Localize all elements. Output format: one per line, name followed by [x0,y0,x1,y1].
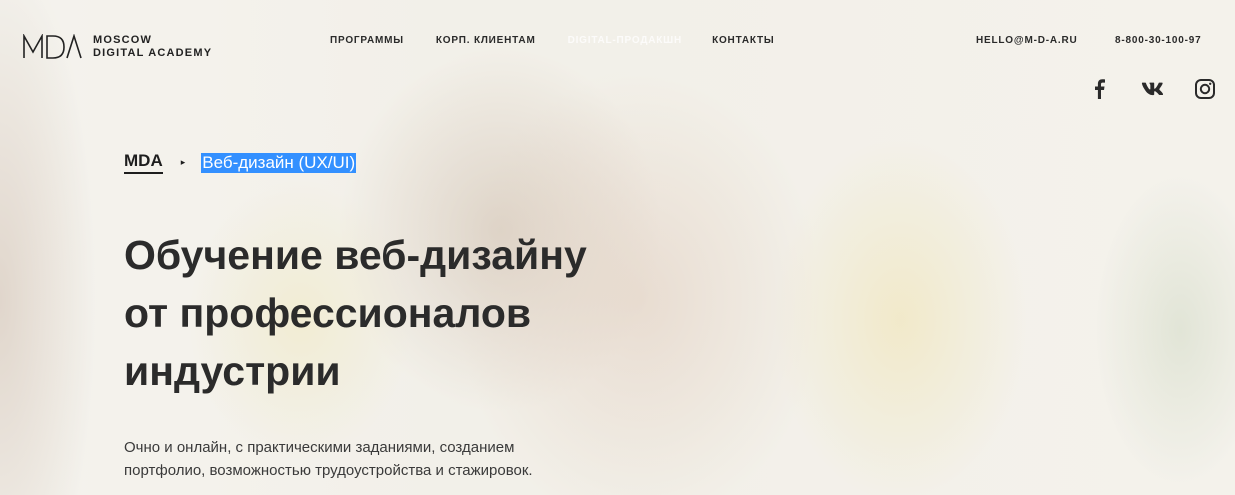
breadcrumb-separator-icon: ▸ [180,157,186,167]
hero-section: MOSCOW DIGITAL ACADEMY ПРОГРАММЫ КОРП. К… [0,0,1235,495]
instagram-icon[interactable] [1194,78,1216,100]
logo[interactable]: MOSCOW DIGITAL ACADEMY [23,34,212,60]
main-nav: ПРОГРАММЫ КОРП. КЛИЕНТАМ DIGITAL-ПРОДАКШ… [330,35,807,46]
page-title-line-1: Обучение веб-дизайну [124,232,587,278]
nav-item-corporate[interactable]: КОРП. КЛИЕНТАМ [436,35,536,46]
page-description: Очно и онлайн, с практическими заданиями… [124,436,584,482]
logo-text: MOSCOW DIGITAL ACADEMY [93,34,212,60]
nav-item-programs[interactable]: ПРОГРАММЫ [330,35,404,46]
logo-line-1: MOSCOW [93,34,153,46]
breadcrumb-current: Веб-дизайн (UX/UI) [201,152,357,173]
email-link[interactable]: HELLO@M-D-A.RU [976,35,1078,46]
facebook-icon[interactable] [1088,78,1110,100]
vk-icon[interactable] [1141,78,1163,100]
description-line-2: портфолио, возможностью трудоустройства … [124,462,533,479]
description-line-1: Очно и онлайн, с практическими заданиями… [124,439,515,456]
social-links [1088,78,1216,100]
nav-item-digital-production[interactable]: DIGITAL-ПРОДАКШН [568,35,682,46]
page-title-line-2: от профессионалов [124,290,532,336]
page-title-line-3: индустрии [124,348,341,394]
breadcrumb-home-link[interactable]: MDA [124,151,163,174]
phone-link[interactable]: 8-800-30-100-97 [1115,35,1202,46]
logo-line-2: DIGITAL ACADEMY [93,47,213,59]
page-title: Обучение веб-дизайну от профессионалов и… [124,226,684,400]
logo-mark-icon [23,34,82,59]
nav-item-contacts[interactable]: КОНТАКТЫ [712,35,774,46]
breadcrumb: MDA ▸ Веб-дизайн (UX/UI) [124,151,357,174]
